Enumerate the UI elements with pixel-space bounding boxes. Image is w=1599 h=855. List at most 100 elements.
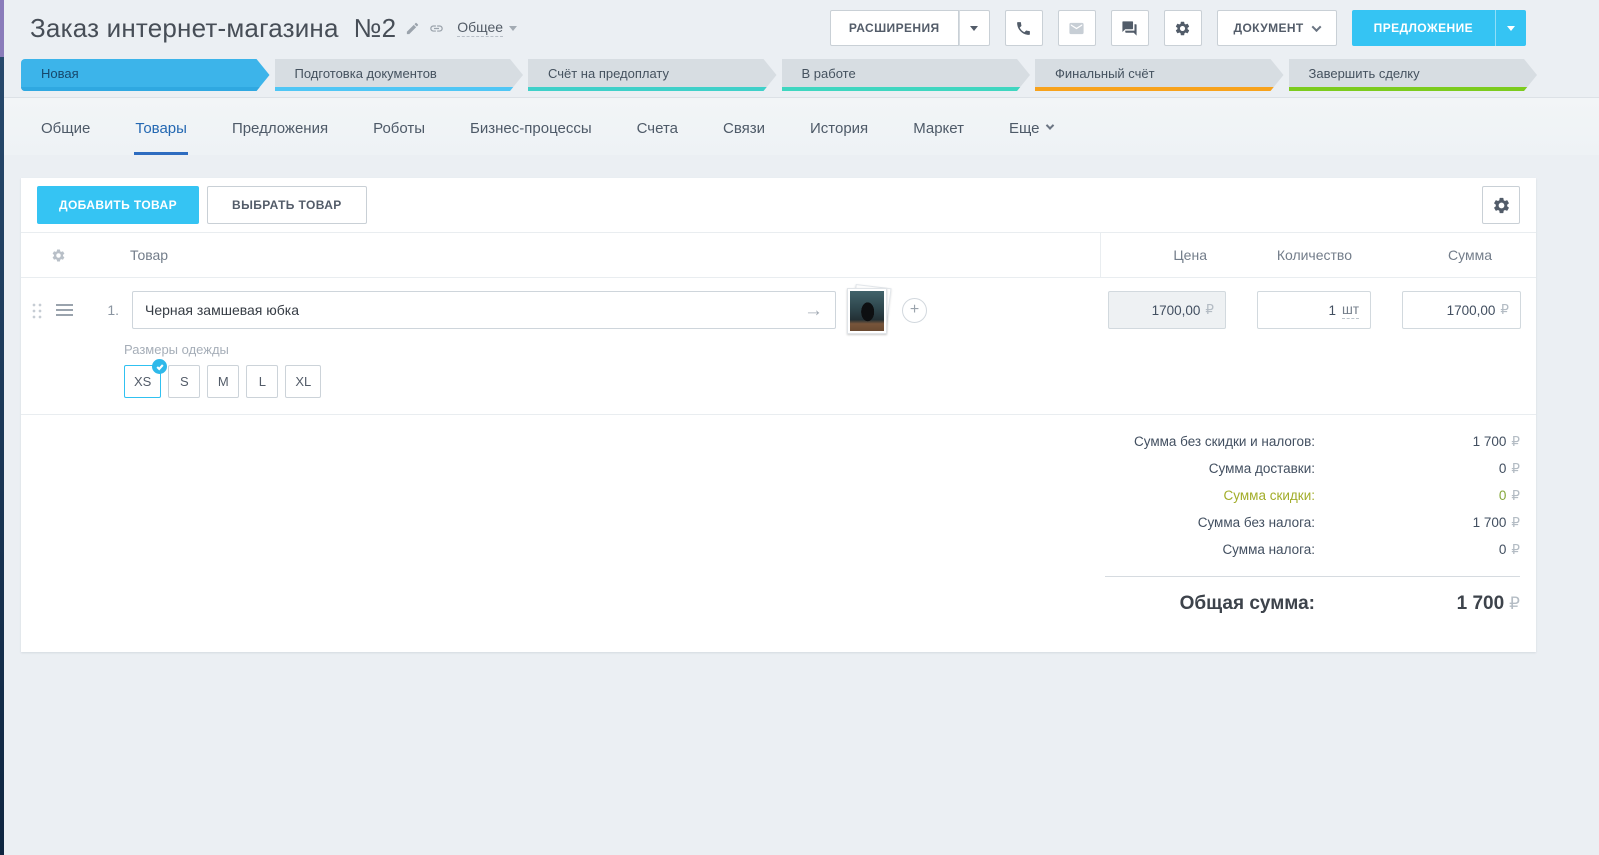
unit-selector[interactable]: шт [1341,302,1359,319]
products-panel: ДОБАВИТЬ ТОВАР ВЫБРАТЬ ТОВАР Товар Цена … [21,178,1536,652]
sizes-label: Размеры одежды [124,342,229,357]
tab-quotes[interactable]: Предложения [231,120,329,155]
extensions-dropdown-button[interactable] [958,10,990,46]
settings-button[interactable] [1163,10,1202,46]
sidebar-strip-navy [0,57,4,855]
proposal-button[interactable]: ПРЕДЛОЖЕНИЕ [1351,10,1495,46]
open-product-arrow-icon[interactable]: → [804,301,823,320]
total-row-subtotal: Сумма без скидки и налогов: 1 700 ₽ [21,428,1520,455]
document-button[interactable]: ДОКУМЕНТ [1216,10,1337,46]
clothing-sizes-block: Размеры одежды XS S M L XL [124,342,1536,398]
price-input[interactable]: 1700,00 ₽ [1108,291,1226,329]
product-name-input[interactable]: Черная замшевая юбка → [132,291,836,329]
call-button[interactable] [1004,10,1043,46]
size-option-xs[interactable]: XS [124,359,168,398]
size-option-m[interactable]: M [207,365,240,398]
photo-frame [847,288,887,334]
total-value: 1 700 [1472,514,1507,530]
chat-button[interactable] [1110,10,1149,46]
stage-underline [21,87,270,91]
grand-total-value: 1 700 [1456,593,1505,614]
stage-close-deal[interactable]: Завершить сделку [1289,59,1538,91]
gear-icon [1493,197,1509,213]
stage-new[interactable]: Новая [21,59,270,91]
column-header-price: Цена [1173,247,1207,263]
column-header-quantity: Количество [1276,247,1352,263]
tab-links[interactable]: Связи [722,120,766,155]
proposal-dropdown-button[interactable] [1495,10,1526,46]
stage-label: Завершить сделку [1308,66,1420,81]
total-label: Сумма без налога: [1197,515,1315,530]
stage-underline [782,87,1031,91]
sum-input[interactable]: 1700,00 ₽ [1402,291,1521,329]
tab-label: Роботы [373,120,426,137]
select-product-button[interactable]: ВЫБРАТЬ ТОВАР [207,186,367,224]
tab-robots[interactable]: Роботы [372,120,426,155]
tab-label: Связи [723,120,766,137]
tab-business-processes[interactable]: Бизнес-процессы [469,120,593,155]
edit-pencil-icon[interactable] [405,21,420,36]
category-selector[interactable]: Общее [457,19,518,37]
tab-label: Бизнес-процессы [470,120,592,137]
stage-underline [1289,87,1538,91]
email-button[interactable] [1057,10,1096,46]
size-option-xl[interactable]: XL [285,365,322,398]
stage-in-progress[interactable]: В работе [782,59,1031,91]
deal-stage-bar: Новая Подготовка документов Счёт на пред… [21,59,1537,91]
stage-final-invoice[interactable]: Финальный счёт [1035,59,1284,91]
product-name-value: Черная замшевая юбка [145,302,300,318]
stage-docs-preparation[interactable]: Подготовка документов [275,59,524,91]
stage-label: Подготовка документов [294,66,437,81]
tab-more[interactable]: Еще [1008,120,1054,155]
tab-label: Еще [1008,120,1040,137]
tab-label: Общие [41,120,91,137]
product-row-section: 1. Черная замшевая юбка → + 1700,00 ₽ 1 … [21,278,1536,415]
chevron-down-icon [970,25,978,31]
chat-icon [1122,20,1137,36]
add-product-button[interactable]: ДОБАВИТЬ ТОВАР [37,186,200,224]
total-row-before-tax: Сумма без налога: 1 700 ₽ [21,509,1520,536]
extensions-button[interactable]: РАСШИРЕНИЯ [829,10,959,46]
totals-divider [1105,576,1520,577]
header-actions: РАСШИРЕНИЯ ДОКУМЕНТ ПРЕДЛОЖЕНИЕ [829,10,1526,46]
column-settings-gear-icon[interactable] [51,248,66,263]
product-photo-thumbnail[interactable] [847,283,892,334]
stage-underline [528,87,777,91]
currency-symbol: ₽ [1205,302,1214,318]
currency-symbol: ₽ [1511,433,1520,450]
gear-icon [1175,21,1190,35]
tab-label: Счета [636,120,678,137]
tab-invoices[interactable]: Счета [636,120,679,155]
products-table-header: Товар Цена Количество Сумма [21,232,1536,278]
total-label: Сумма без скидки и налогов: [1133,434,1315,449]
row-menu-icon[interactable] [56,304,73,316]
add-photo-button[interactable]: + [902,297,927,323]
tab-market[interactable]: Маркет [912,120,965,155]
products-toolbar: ДОБАВИТЬ ТОВАР ВЫБРАТЬ ТОВАР [21,178,1536,232]
total-value: 0 [1498,541,1507,557]
product-list-settings-button[interactable] [1482,186,1520,224]
total-label: Сумма доставки: [1208,461,1315,476]
tab-label: История [810,120,869,137]
stage-label: Финальный счёт [1055,66,1155,81]
quantity-input[interactable]: 1 шт [1257,291,1371,329]
drag-handle-icon[interactable] [30,300,43,320]
phone-icon [1017,21,1030,35]
quantity-value: 1 [1328,302,1336,318]
total-label: Сумма скидки: [1223,488,1315,503]
size-option-s[interactable]: S [168,365,201,398]
tab-products[interactable]: Товары [134,120,188,155]
mail-icon [1069,22,1084,34]
tab-general[interactable]: Общие [40,120,91,155]
tab-history[interactable]: История [809,120,869,155]
page-title: Заказ интернет-магазина №2 [30,12,397,43]
size-option-l[interactable]: L [246,365,279,398]
stage-prepayment-invoice[interactable]: Счёт на предоплату [528,59,777,91]
currency-symbol: ₽ [1511,541,1520,558]
total-row-discount: Сумма скидки: 0 ₽ [21,482,1520,509]
link-icon[interactable] [429,21,444,36]
currency-symbol: ₽ [1511,514,1520,531]
total-value: 0 [1498,460,1507,476]
total-label: Сумма налога: [1222,542,1315,557]
tab-label: Товары [135,120,187,137]
